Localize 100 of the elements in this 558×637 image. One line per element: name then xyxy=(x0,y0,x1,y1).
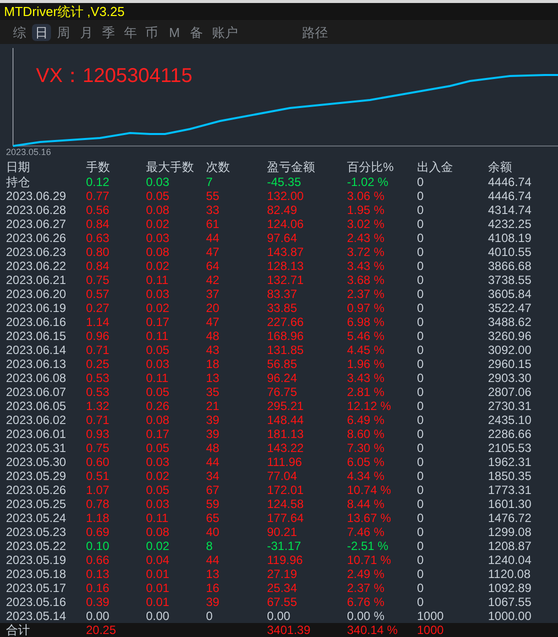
table-cell: 0.66 xyxy=(86,553,110,567)
table-cell: 77.04 xyxy=(267,469,298,483)
table-cell: 1092.89 xyxy=(488,581,532,595)
table-cell: -2.51 % xyxy=(347,539,388,553)
table-cell: 0.77 xyxy=(86,189,110,203)
table-cell: 12.12 % xyxy=(347,399,392,413)
table-cell: 0.00 xyxy=(146,609,170,623)
table-cell: 124.58 xyxy=(267,497,304,511)
table-cell: 0 xyxy=(417,511,424,525)
table-cell: 0 xyxy=(417,371,424,385)
table-cell: 0.97 % xyxy=(347,301,384,315)
table-cell: 172.01 xyxy=(267,483,304,497)
table-cell: 3260.96 xyxy=(488,329,532,343)
table-cell: 1773.31 xyxy=(488,483,532,497)
table-cell: 3092.00 xyxy=(488,343,532,357)
table-cell: 227.66 xyxy=(267,315,304,329)
table-cell: 0.00 xyxy=(86,609,110,623)
table-cell: 65 xyxy=(206,511,220,525)
table-cell: -45.35 xyxy=(267,175,302,189)
table-cell: 0.02 xyxy=(146,469,170,483)
table-cell: 0.00 xyxy=(267,609,290,623)
table-cell: 0 xyxy=(417,469,424,483)
table-cell: 2023.06.13 xyxy=(6,357,66,371)
tab[interactable]: 综 xyxy=(10,24,29,40)
table-cell: 2023.06.02 xyxy=(6,413,66,427)
table-cell: 295.21 xyxy=(267,399,304,413)
table-cell: 2960.15 xyxy=(488,357,532,371)
table-cell: 21 xyxy=(206,399,220,413)
table-cell: 1120.08 xyxy=(488,567,530,581)
table-cell: 0 xyxy=(417,427,424,441)
table-cell: 0.08 xyxy=(146,413,170,427)
column-header: 次数 xyxy=(206,160,230,174)
table-cell: 4232.25 xyxy=(488,217,532,231)
tab[interactable]: 月 xyxy=(77,24,96,40)
table-cell: 0.05 xyxy=(146,385,170,399)
tab[interactable]: 日 xyxy=(32,24,51,40)
table-cell: 128.13 xyxy=(267,259,304,273)
table-cell: 37 xyxy=(206,287,220,301)
table-cell: 1000.00 xyxy=(488,609,532,623)
table-cell: 3401.39 xyxy=(267,623,310,637)
table-cell: 10.71 % xyxy=(347,553,392,567)
table-cell: 119.96 xyxy=(267,553,303,567)
table-cell: 0.57 xyxy=(86,287,110,301)
table-cell: 0.01 xyxy=(146,595,170,609)
table-cell: 1.95 % xyxy=(347,203,384,217)
table-cell: 0.08 xyxy=(146,525,170,539)
table-cell: 143.22 xyxy=(267,441,304,455)
table-cell: 111.96 xyxy=(267,455,302,469)
table-cell: 124.06 xyxy=(267,217,304,231)
table-cell: 0.71 xyxy=(86,413,110,427)
tab[interactable]: 周 xyxy=(54,24,73,40)
table-cell: 0.02 xyxy=(146,301,170,315)
table-cell: 0.78 xyxy=(86,497,110,511)
table-cell: 0.39 xyxy=(86,595,110,609)
table-cell: 1850.35 xyxy=(488,469,532,483)
table-cell: 44 xyxy=(206,455,220,469)
table-cell: 34 xyxy=(206,469,220,483)
table-cell: 47 xyxy=(206,245,220,259)
tab[interactable]: 备 xyxy=(187,24,206,40)
tab[interactable]: 账户 xyxy=(209,24,241,40)
table-cell: 2023.05.14 xyxy=(6,609,66,623)
table-cell: 3.43 % xyxy=(347,371,384,385)
tab[interactable]: 路径 xyxy=(299,24,331,40)
table-cell: 35 xyxy=(206,385,220,399)
table-cell: 2.49 % xyxy=(347,567,384,581)
table-cell: -1.02 % xyxy=(347,175,388,189)
table-cell: 1000 xyxy=(417,609,444,623)
table-cell: 0.17 xyxy=(146,315,170,329)
table-cell: 44 xyxy=(206,553,220,567)
table-cell: -31.17 xyxy=(267,539,302,553)
table-cell: 2023.05.16 xyxy=(6,595,66,609)
table-cell: 64 xyxy=(206,259,220,273)
table-cell: 2023.06.19 xyxy=(6,301,66,315)
table-cell: 2435.10 xyxy=(488,413,532,427)
table-cell: 2023.05.29 xyxy=(6,469,66,483)
tab[interactable]: 季 xyxy=(99,24,118,40)
tab[interactable]: M xyxy=(166,24,183,40)
table-cell: 0 xyxy=(417,525,424,539)
table-cell: 177.64 xyxy=(267,511,304,525)
table-cell: 0.84 xyxy=(86,217,110,231)
table-cell: 76.75 xyxy=(267,385,298,399)
tab[interactable]: 年 xyxy=(121,24,140,40)
tab[interactable]: 币 xyxy=(142,24,161,40)
table-cell: 1476.72 xyxy=(488,511,532,525)
table-cell: 2023.06.22 xyxy=(6,259,66,273)
table-cell: 0 xyxy=(417,385,424,399)
table-cell: 20.25 xyxy=(86,623,116,637)
table-cell: 3488.62 xyxy=(488,315,532,329)
table-cell: 2023.05.25 xyxy=(6,497,66,511)
table-cell: 0.03 xyxy=(146,357,170,371)
table-cell: 39 xyxy=(206,595,220,609)
table-cell: 2023.05.18 xyxy=(6,567,66,581)
table-cell: 2023.05.22 xyxy=(6,539,66,553)
table-cell: 0.05 xyxy=(146,189,170,203)
table-cell: 1208.87 xyxy=(488,539,532,553)
table-cell: 2023.06.28 xyxy=(6,203,66,217)
column-header: 出入金 xyxy=(417,160,453,174)
table-cell: 4108.19 xyxy=(488,231,532,245)
table-cell: 8.44 % xyxy=(347,497,384,511)
table-cell: 4314.74 xyxy=(488,203,532,217)
